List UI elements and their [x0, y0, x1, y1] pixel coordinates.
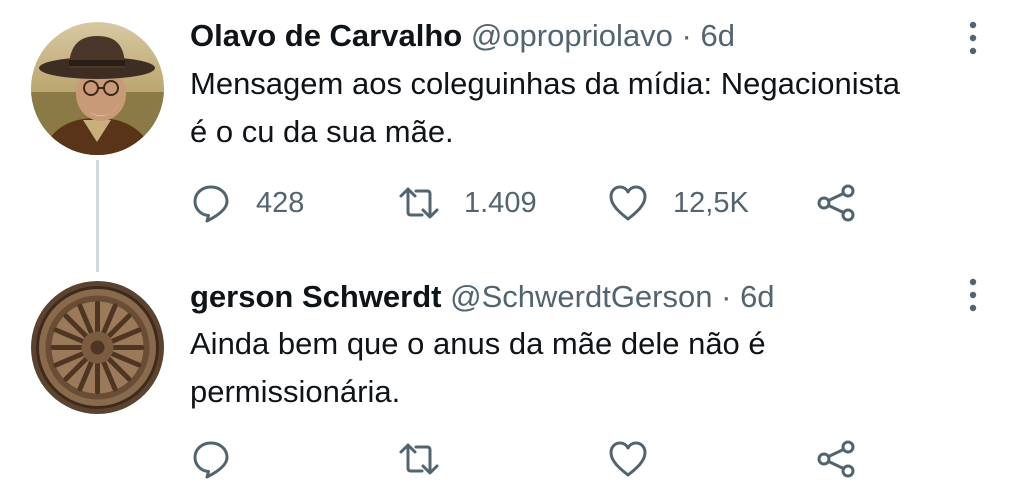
reply-icon — [193, 441, 229, 479]
retweet-button[interactable] — [398, 436, 464, 482]
tweet-header: gerson Schwerdt @SchwerdtGerson · 6d — [190, 279, 775, 315]
thread-connector-line — [96, 160, 99, 272]
more-vertical-icon — [969, 21, 977, 55]
retweet-icon — [399, 443, 439, 475]
display-name[interactable]: gerson Schwerdt — [190, 279, 442, 314]
tweet-text: Mensagem aos coleguinhas da mídia: Negac… — [190, 60, 1000, 156]
tweet-actions — [190, 436, 890, 482]
reply-button[interactable]: 428 — [190, 180, 304, 226]
separator-dot: · — [721, 279, 732, 314]
retweet-button[interactable]: 1.409 — [398, 180, 537, 226]
user-handle[interactable]: @opropriolavo — [471, 18, 673, 53]
like-button[interactable]: 12,5K — [607, 180, 749, 226]
more-options-button[interactable] — [966, 20, 980, 56]
heart-icon — [609, 441, 647, 477]
separator-dot: · — [681, 18, 692, 53]
reply-count: 428 — [256, 186, 305, 219]
tweet-text-line: Ainda bem que o anus da mãe dele não é — [190, 326, 766, 361]
tweet-olavo[interactable]: Olavo de Carvalho @opropriolavo · 6d Men… — [0, 0, 1024, 272]
timestamp[interactable]: 6d — [740, 279, 774, 314]
display-name[interactable]: Olavo de Carvalho — [190, 18, 462, 53]
like-count: 12,5K — [673, 186, 749, 219]
like-button[interactable] — [607, 436, 673, 482]
avatar-gerson[interactable] — [31, 281, 164, 414]
reply-button[interactable] — [190, 436, 256, 482]
tweet-text: Ainda bem que o anus da mãe dele não é p… — [190, 320, 1000, 416]
heart-icon — [609, 185, 647, 221]
more-vertical-icon — [969, 278, 977, 312]
tweet-gerson[interactable]: gerson Schwerdt @SchwerdtGerson · 6d Ain… — [0, 262, 1024, 494]
tweet-text-line: é o cu da sua mãe. — [190, 114, 454, 149]
user-handle[interactable]: @SchwerdtGerson — [450, 279, 712, 314]
retweet-icon — [399, 187, 439, 219]
timestamp[interactable]: 6d — [701, 18, 735, 53]
tweet-text-line: permissionária. — [190, 374, 401, 409]
more-options-button[interactable] — [966, 277, 980, 313]
reply-icon — [193, 185, 229, 223]
share-icon — [817, 184, 855, 222]
share-icon — [817, 440, 855, 478]
retweet-count: 1.409 — [464, 186, 537, 219]
avatar-olavo[interactable] — [31, 22, 164, 155]
share-button[interactable] — [815, 436, 857, 482]
man-in-cowboy-hat-photo — [31, 22, 164, 155]
stone-wheel-carving-photo — [31, 281, 164, 414]
tweet-actions: 428 1.409 12,5K — [190, 180, 890, 226]
tweet-header: Olavo de Carvalho @opropriolavo · 6d — [190, 18, 735, 54]
tweet-text-line: Mensagem aos coleguinhas da mídia: Negac… — [190, 66, 900, 101]
share-button[interactable] — [815, 180, 857, 226]
